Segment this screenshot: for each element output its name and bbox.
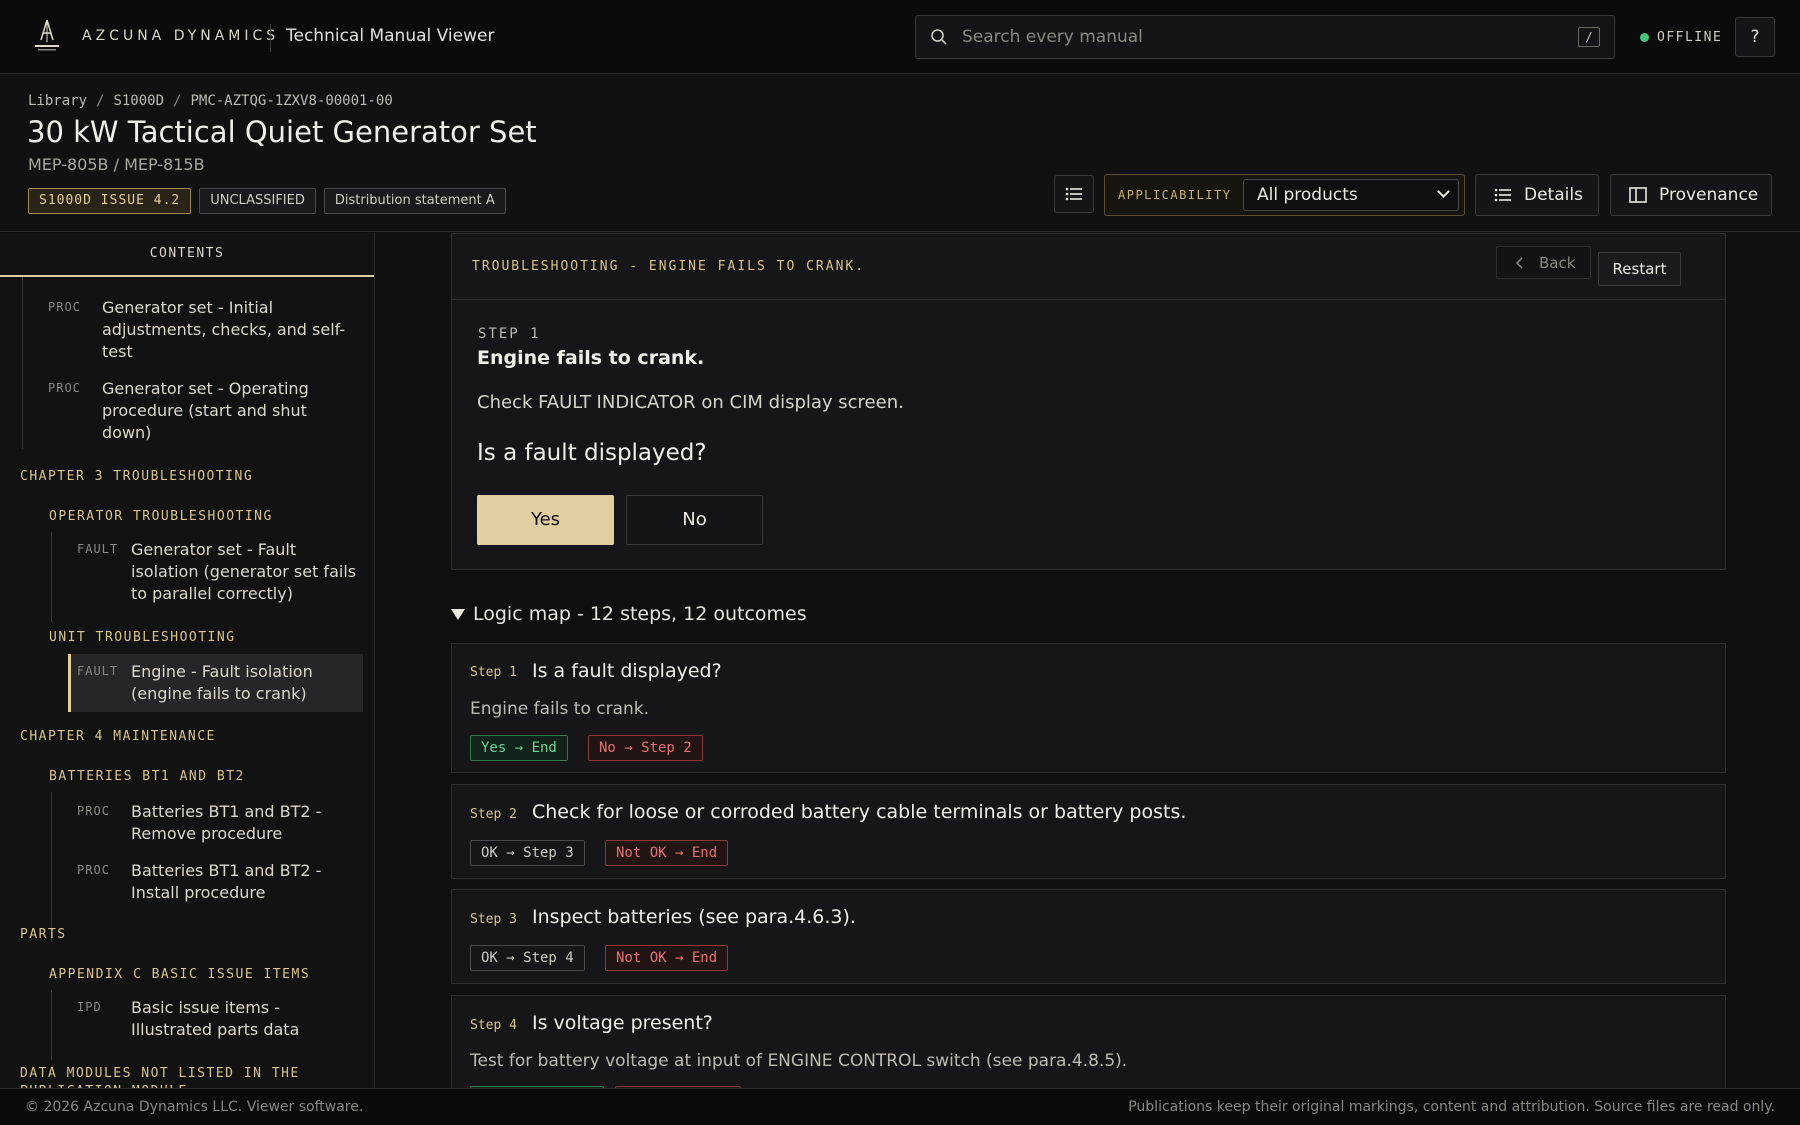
outcome-yes-pill[interactable]: Yes → End [470,735,568,761]
logic-step-label: Step 3 [470,912,517,927]
outcome-not-ok-pill[interactable]: Not OK → End [605,840,729,866]
tree-guide [51,792,52,942]
details-list-icon [1494,188,1511,202]
toc-item-operating-procedure[interactable]: PROC Generator set - Operating procedure… [48,378,358,444]
logic-step-note: Engine fails to crank. [470,699,650,719]
document-header: Library / S1000D / PMC-AZTQG-1ZXV8-00001-00 … [0,75,1800,232]
applicability-filter: APPLICABILITY All products [1104,174,1465,216]
answer-no-button[interactable]: No [626,495,763,545]
distribution-badge: Distribution statement A [323,188,506,214]
provenance-button[interactable]: Provenance [1610,174,1772,216]
applicability-value: All products [1257,185,1358,205]
toc-section-appendix-c[interactable]: APPENDIX C BASIC ISSUE ITEMS [49,967,310,982]
logic-map-summary: Logic map - 12 steps, 12 outcomes [473,603,807,625]
breadcrumb: Library / S1000D / PMC-AZTQG-1ZXV8-00001-00 [28,93,393,109]
restart-button[interactable]: Restart [1598,252,1681,286]
main-content: TROUBLESHOOTING - ENGINE FAILS TO CRANK.… [376,233,1800,1088]
applicability-select[interactable]: All products [1243,179,1459,211]
toc-section-unit-troubleshooting[interactable]: UNIT TROUBLESHOOTING [49,630,236,645]
toc-chapter-3[interactable]: CHAPTER 3 TROUBLESHOOTING [20,469,253,484]
logic-step-label: Step 2 [470,807,517,822]
toggle-contents-button[interactable] [1054,175,1094,213]
provenance-label: Provenance [1659,185,1759,205]
brand-name: AZCUNA DYNAMICS [82,28,280,44]
search-box[interactable]: / [915,15,1615,59]
status-dot-icon [1640,33,1649,42]
logic-step-card: Step 1 Is a fault displayed? Engine fail… [451,643,1726,773]
answer-yes-button[interactable]: Yes [477,495,614,545]
top-bar: AZCUNA DYNAMICS Technical Manual Viewer … [0,0,1800,74]
logic-step-card: Step 4 Is voltage present? Test for batt… [451,995,1726,1088]
panel-title: TROUBLESHOOTING - ENGINE FAILS TO CRANK. [472,259,866,274]
outcome-ok-pill[interactable]: OK → Step 4 [470,945,585,971]
logic-step-card: Step 2 Check for loose or corroded batte… [451,784,1726,879]
badge-row: S1000D ISSUE 4.2 UNCLASSIFIED Distributi… [28,188,506,214]
search-icon [931,29,947,45]
logic-step-card: Step 3 Inspect batteries (see para.4.6.3… [451,889,1726,984]
panel-icon [1629,187,1647,203]
toc-item-engine-fails-to-crank[interactable]: FAULT Engine - Fault isolation (engine f… [77,661,367,705]
disclosure-triangle-icon [451,608,465,620]
tree-guide [22,277,23,449]
breadcrumb-library[interactable]: Library [28,93,87,109]
chevron-down-icon [1437,185,1450,198]
applicability-label: APPLICABILITY [1118,188,1232,202]
outcome-ok-pill[interactable]: OK → Step 3 [470,840,585,866]
outcome-no-pill[interactable]: No → Step 2 [588,735,703,761]
logic-step-question: Is voltage present? [532,1012,713,1034]
breadcrumb-s1000d[interactable]: S1000D [113,93,164,109]
chevron-left-icon [1515,256,1523,269]
breadcrumb-pmc: PMC-AZTQG-1ZXV8-00001-00 [190,93,393,109]
panel-header: TROUBLESHOOTING - ENGINE FAILS TO CRANK.… [452,234,1725,300]
contents-tab[interactable]: CONTENTS [0,233,374,277]
details-button[interactable]: Details [1475,174,1599,216]
toc-item-initial-adjustments[interactable]: PROC Generator set - Initial adjustments… [48,297,358,363]
logic-step-note: Test for battery voltage at input of ENG… [470,1051,1128,1071]
azcuna-logo-icon [35,19,59,51]
issue-badge: S1000D ISSUE 4.2 [28,188,192,214]
search-input[interactable] [948,27,1578,47]
current-step-title: Engine fails to crank. [477,347,705,369]
app-title: Technical Manual Viewer [286,26,495,46]
back-button[interactable]: Back [1496,246,1591,279]
toc-section-operator-troubleshooting[interactable]: OPERATOR TROUBLESHOOTING [49,509,273,524]
toc-item-basic-issue-items[interactable]: IPD Basic issue items - Illustrated part… [77,997,367,1041]
help-button[interactable]: ? [1735,17,1775,57]
logic-step-question: Check for loose or corroded battery cabl… [532,801,1187,823]
toc-chapter-parts[interactable]: PARTS [20,927,67,942]
toc-chapter-4[interactable]: CHAPTER 4 MAINTENANCE [20,729,216,744]
copyright-text: © 2026 Azcuna Dynamics LLC. Viewer softw… [25,1099,364,1115]
status-label: OFFLINE [1657,30,1723,45]
list-icon [1065,187,1082,201]
tree-guide [51,532,52,622]
back-label: Back [1539,253,1576,272]
troubleshooting-panel: TROUBLESHOOTING - ENGINE FAILS TO CRANK.… [451,233,1726,570]
logic-step-question: Is a fault displayed? [532,660,722,682]
logic-step-label: Step 1 [470,665,517,680]
page-subtitle: MEP-805B / MEP-815B [28,155,205,174]
classification-badge: UNCLASSIFIED [199,188,316,214]
logic-step-label: Step 4 [470,1018,517,1033]
read-only-notice: Publications keep their original marking… [1128,1099,1775,1115]
footer: © 2026 Azcuna Dynamics LLC. Viewer softw… [0,1088,1800,1125]
toc-item-parallel-fault[interactable]: FAULT Generator set - Fault isolation (g… [77,539,367,605]
contents-sidebar: CONTENTS PROC Generator set - Initial ad… [0,233,375,1088]
toc-item-battery-remove[interactable]: PROC Batteries BT1 and BT2 - Remove proc… [77,801,367,845]
search-shortcut-key: / [1578,27,1600,47]
toc-item-battery-install[interactable]: PROC Batteries BT1 and BT2 - Install pro… [77,860,367,904]
logic-map-toggle[interactable]: Logic map - 12 steps, 12 outcomes [451,603,807,625]
outcome-not-ok-pill[interactable]: Not OK → End [605,945,729,971]
logic-step-question: Inspect batteries (see para.4.6.3). [532,906,856,928]
toc-chapter-unlisted-modules[interactable]: DATA MODULES NOT LISTED IN THE PUBLICATI… [20,1065,320,1088]
current-step-label: STEP 1 [478,326,541,342]
tree-guide [51,990,52,1060]
current-step-description: Check FAULT INDICATOR on CIM display scr… [477,392,904,413]
current-step-question: Is a fault displayed? [477,440,707,466]
brand-divider [270,24,271,52]
page-title: 30 kW Tactical Quiet Generator Set [27,115,537,149]
details-label: Details [1524,185,1583,205]
connection-status: OFFLINE [1640,30,1722,45]
toc-section-batteries[interactable]: BATTERIES BT1 AND BT2 [49,769,245,784]
